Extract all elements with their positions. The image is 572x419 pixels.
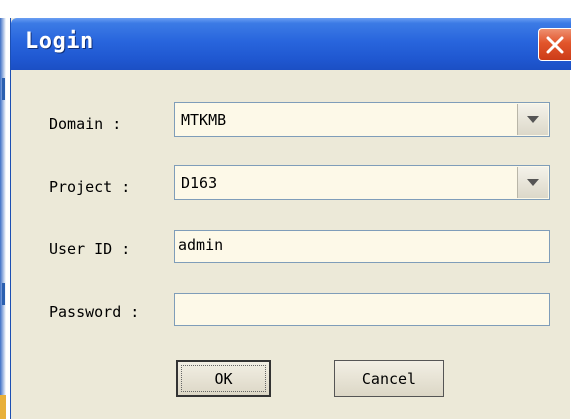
ok-button[interactable]: OK xyxy=(176,360,271,397)
focus-ring xyxy=(181,365,266,392)
user-id-label: User ID : xyxy=(49,240,131,258)
edge-tick xyxy=(2,78,5,100)
domain-dropdown-button[interactable] xyxy=(517,104,548,135)
project-dropdown-button[interactable] xyxy=(517,167,548,198)
domain-value: MTKMB xyxy=(181,111,227,129)
password-input[interactable] xyxy=(174,293,550,326)
login-dialog: Login Domain : MTKMB Project : D163 User… xyxy=(10,18,571,419)
chevron-down-icon xyxy=(527,116,539,123)
cancel-button-label: Cancel xyxy=(361,369,417,388)
taskbar-accent xyxy=(0,395,6,419)
window-title: Login xyxy=(25,29,94,54)
project-label: Project : xyxy=(49,178,131,196)
chevron-down-icon xyxy=(527,179,539,186)
close-button[interactable] xyxy=(538,28,571,61)
user-id-value: admin xyxy=(178,236,224,254)
cancel-button[interactable]: Cancel xyxy=(334,360,444,397)
project-select[interactable]: D163 xyxy=(174,165,550,200)
project-value: D163 xyxy=(181,174,218,192)
user-id-input[interactable]: admin xyxy=(174,230,550,263)
domain-select[interactable]: MTKMB xyxy=(174,102,550,137)
title-bar[interactable]: Login xyxy=(11,18,571,70)
password-label: Password : xyxy=(49,303,140,321)
domain-label: Domain : xyxy=(49,115,122,133)
close-icon xyxy=(546,36,564,54)
desktop-left-edge xyxy=(0,18,10,419)
edge-tick xyxy=(2,283,5,305)
desktop-top-strip xyxy=(0,0,572,18)
screen: Login Domain : MTKMB Project : D163 User… xyxy=(0,0,572,419)
